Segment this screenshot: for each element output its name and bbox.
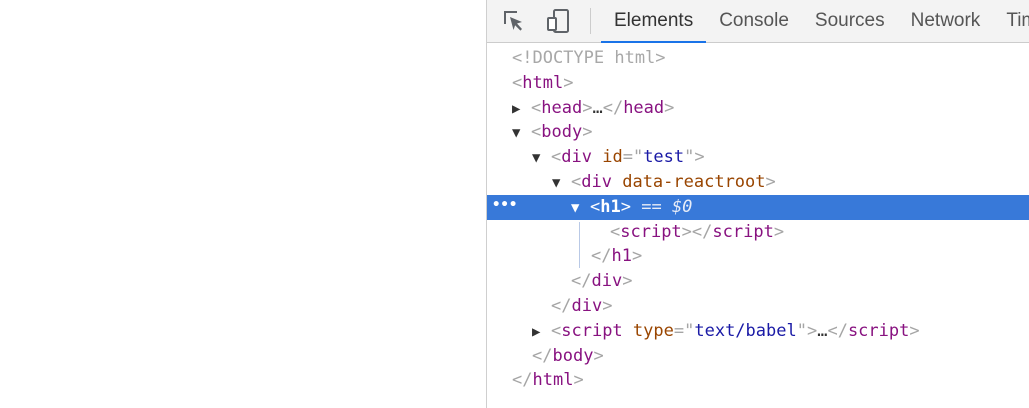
script-close-tag-name: script bbox=[712, 221, 774, 242]
dom-node-script-inner[interactable]: <script></script> bbox=[487, 220, 1029, 245]
tab-console[interactable]: Console bbox=[706, 0, 802, 42]
collapse-triangle-icon[interactable]: ▼ bbox=[512, 121, 531, 146]
h1-tag-name: h1 bbox=[600, 196, 621, 217]
html-tag-name: html bbox=[522, 72, 564, 93]
tab-elements[interactable]: Elements bbox=[601, 0, 707, 43]
page-viewport bbox=[0, 0, 486, 408]
tab-sources[interactable]: Sources bbox=[802, 0, 898, 42]
dom-node-div-close[interactable]: </div> bbox=[487, 269, 1029, 294]
dom-node-html[interactable]: <html> bbox=[487, 71, 1029, 96]
dom-node-body[interactable]: ▼ <body> bbox=[487, 120, 1029, 145]
toolbar-divider bbox=[590, 8, 591, 34]
collapsed-ellipsis: … bbox=[817, 320, 828, 341]
devtools-toolbar: Elements Console Sources Network Timing bbox=[487, 0, 1029, 43]
head-tag-name: head bbox=[541, 97, 583, 118]
device-toolbar-button[interactable] bbox=[542, 6, 574, 36]
tab-network[interactable]: Network bbox=[898, 0, 994, 42]
dom-node-h1-close[interactable]: </h1> bbox=[487, 244, 1029, 269]
head-close-tag-name: head bbox=[623, 97, 665, 118]
script-tag-name: script bbox=[561, 320, 623, 341]
tab-timing[interactable]: Timing bbox=[993, 0, 1029, 42]
dom-node-script-babel[interactable]: ▶ <script type="text/babel">…</script> bbox=[487, 319, 1029, 344]
dom-node-h1-selected[interactable]: ••• ▼ <h1> == $0 bbox=[487, 194, 1029, 221]
collapse-triangle-icon[interactable]: ▼ bbox=[571, 196, 590, 221]
inspect-element-icon bbox=[504, 11, 522, 31]
collapse-triangle-icon[interactable]: ▼ bbox=[552, 171, 571, 196]
body-tag-name: body bbox=[541, 122, 583, 143]
dom-node-head[interactable]: ▶ <head>…</head> bbox=[487, 96, 1029, 121]
dom-node-doctype[interactable]: <!DOCTYPE html> bbox=[487, 46, 1029, 71]
div-tag-name: div bbox=[581, 171, 612, 192]
device-toolbar-icon bbox=[547, 9, 569, 33]
attr-value-text-babel: text/babel bbox=[694, 320, 797, 341]
body-close-tag-name: body bbox=[552, 345, 594, 366]
nesting-guide-line bbox=[579, 222, 580, 268]
dom-node-html-close[interactable]: </html> bbox=[487, 368, 1029, 393]
doctype-text: <!DOCTYPE html> bbox=[512, 48, 666, 68]
collapse-triangle-icon[interactable]: ▼ bbox=[532, 146, 551, 171]
dom-node-div-close[interactable]: </div> bbox=[487, 294, 1029, 319]
attr-name-reactroot: data-reactroot bbox=[622, 171, 766, 192]
dom-tree: <!DOCTYPE html> <html> ▶ <head>…</head> ▼… bbox=[487, 46, 1029, 393]
script-close-tag-name: script bbox=[847, 320, 910, 341]
dom-node-div-test[interactable]: ▼ <div id="test"> bbox=[487, 145, 1029, 170]
h1-close-tag-name: h1 bbox=[611, 246, 632, 267]
expand-triangle-icon[interactable]: ▶ bbox=[532, 320, 551, 345]
more-actions-icon[interactable]: ••• bbox=[492, 195, 517, 220]
div-close-tag-name: div bbox=[591, 271, 623, 292]
attr-name-type: type bbox=[632, 320, 674, 341]
dom-node-body-close[interactable]: </body> bbox=[487, 344, 1029, 369]
selected-node-marker: == $0 bbox=[641, 196, 693, 217]
attr-value-test: test bbox=[643, 147, 685, 168]
collapsed-ellipsis: … bbox=[592, 97, 603, 118]
html-close-tag-name: html bbox=[532, 370, 574, 391]
expand-triangle-icon[interactable]: ▶ bbox=[512, 97, 531, 122]
div-close-tag-name: div bbox=[571, 295, 603, 316]
script-tag-name: script bbox=[620, 221, 682, 242]
attr-name-id: id bbox=[602, 147, 623, 168]
div-tag-name: div bbox=[561, 147, 592, 168]
inspect-element-button[interactable] bbox=[498, 6, 530, 36]
panel-tabs: Elements Console Sources Network Timing bbox=[601, 0, 1029, 43]
devtools-panel: Elements Console Sources Network Timing … bbox=[486, 0, 1029, 408]
dom-node-div-reactroot[interactable]: ▼ <div data-reactroot> bbox=[487, 170, 1029, 195]
